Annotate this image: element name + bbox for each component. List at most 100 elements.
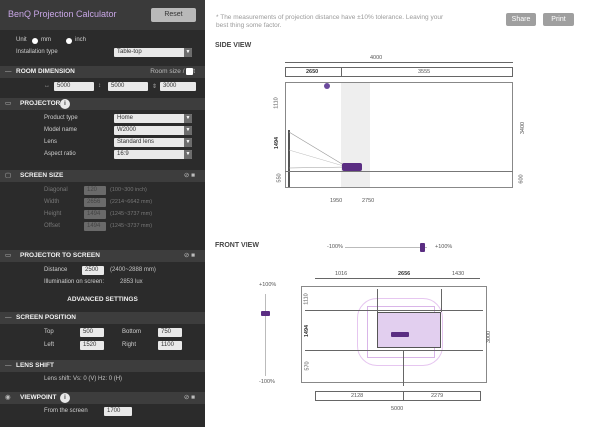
front-view-title: FRONT VIEW: [215, 242, 259, 249]
screen-offset-row: Offset 1494 (1245~3737 mm): [0, 222, 205, 232]
info-icon[interactable]: i: [60, 393, 70, 403]
disclaimer-text: * The measurements of projection distanc…: [216, 14, 444, 29]
reset-button[interactable]: Reset: [151, 8, 196, 22]
projector-to-screen-title: PROJECTOR TO SCREEN: [20, 252, 100, 259]
front-room-height: 3000: [486, 330, 493, 344]
section-screen-size[interactable]: ▢ SCREEN SIZE ⊘ ■: [0, 170, 205, 182]
front-top-line: [305, 310, 483, 311]
offset-input[interactable]: 1494: [84, 222, 106, 231]
width-range: (2214~6642 mm): [110, 199, 153, 205]
side-bottom-a: 1950: [330, 198, 343, 204]
section-lens-shift[interactable]: — LENS SHIFT: [0, 360, 205, 372]
aspect-value: 16:9: [117, 151, 129, 157]
section-screen-position[interactable]: — SCREEN POSITION: [0, 312, 205, 324]
illumination-label: Illumination on screen:: [44, 279, 105, 285]
room-depth-dimension: 4000: [370, 55, 383, 61]
left-input[interactable]: 1520: [80, 341, 104, 350]
chevron-down-icon: ▼: [184, 48, 192, 57]
section-projector-to-screen[interactable]: ▭ PROJECTOR TO SCREEN ⊘ ■: [0, 250, 205, 262]
eye-icon: ◉: [5, 394, 11, 401]
product-type-select[interactable]: Home ▼: [114, 114, 192, 123]
side-right-top-dimension: 3400: [520, 121, 527, 135]
screen-icon: ▢: [5, 172, 12, 179]
screen-position-row-2: Left 1520 Right 1100: [0, 341, 205, 351]
lock-icon[interactable]: ⊘ ■: [184, 250, 195, 262]
print-button[interactable]: Print: [543, 13, 574, 26]
room-lift-checkbox[interactable]: [186, 68, 193, 75]
projector-title: PROJECTOR: [20, 100, 61, 107]
front-bottom-line: [305, 350, 483, 351]
v-shift-slider-track[interactable]: [265, 294, 266, 376]
front-right-dimension: 1430: [452, 271, 465, 277]
minus-icon: —: [5, 314, 12, 321]
h-shift-slider-track[interactable]: [345, 247, 427, 248]
diagonal-label: Diagonal: [44, 187, 68, 193]
front-right-guide: [441, 289, 442, 312]
right-input[interactable]: 1100: [158, 341, 182, 350]
viewer-marker[interactable]: [324, 83, 330, 89]
front-screen: [377, 312, 441, 348]
distance-range: (2400~2888 mm): [110, 267, 156, 273]
v-shift-max: +100%: [259, 282, 277, 288]
height-label: Height: [44, 211, 62, 217]
front-projector-marker[interactable]: [391, 332, 409, 337]
model-value: W2000: [117, 127, 137, 133]
front-room-width: 5000: [391, 406, 404, 412]
section-room-dimension[interactable]: — ROOM DIMENSION Room size / Lift: [0, 66, 205, 78]
main-panel: * The measurements of projection distanc…: [205, 0, 613, 427]
screen-position-title: SCREEN POSITION: [16, 314, 76, 321]
side-view-title: SIDE VIEW: [215, 42, 252, 49]
bottom-input[interactable]: 750: [158, 328, 182, 337]
side-bottom-b: 2750: [362, 198, 375, 204]
lens-value: Standard lens: [117, 139, 155, 145]
aspect-select[interactable]: 16:9 ▼: [114, 150, 192, 159]
diagonal-input[interactable]: 120: [84, 186, 106, 195]
unit-inch-radio[interactable]: [66, 38, 72, 44]
diagonal-range: (100~300 inch): [110, 187, 147, 193]
distance-label: Distance: [44, 267, 68, 273]
room-height-input[interactable]: 3000: [160, 82, 196, 91]
share-button[interactable]: Share: [506, 13, 536, 26]
distance-input[interactable]: 2500: [82, 266, 104, 275]
section-viewpoint[interactable]: ◉ VIEWPOINT i ⊘ ■: [0, 392, 205, 404]
height-range: (1245~3737 mm): [110, 211, 153, 217]
screen-width-row: Width 2656 (2214~6642 mm): [0, 198, 205, 208]
height-input[interactable]: 1494: [84, 210, 106, 219]
lens-label: Lens: [44, 139, 58, 145]
front-screen-height: 1494: [304, 324, 311, 338]
width-input[interactable]: 2656: [84, 198, 106, 207]
unit-mm-label: mm: [41, 37, 51, 43]
section-projector[interactable]: ▭ PROJECTOR i: [0, 98, 205, 110]
room-width-input[interactable]: 5000: [54, 82, 94, 91]
info-icon[interactable]: i: [60, 99, 70, 109]
lens-select[interactable]: Standard lens ▼: [114, 138, 192, 147]
right-label: Right: [122, 342, 137, 348]
chevron-down-icon: ▼: [184, 126, 192, 135]
lock-icon[interactable]: ⊘ ■: [184, 392, 195, 404]
top-label: Top: [44, 329, 54, 335]
installation-select[interactable]: Table-top ▼: [114, 48, 192, 57]
model-select[interactable]: W2000 ▼: [114, 126, 192, 135]
h-shift-min: -100%: [327, 244, 343, 250]
depth-icon: ↕: [98, 83, 101, 89]
h-shift-slider-handle[interactable]: [420, 243, 425, 252]
installation-value: Table-top: [117, 49, 142, 55]
front-bottom-dimension: 570: [304, 361, 311, 371]
aspect-row: Aspect ratio 16:9 ▼: [0, 150, 205, 160]
lock-icon[interactable]: ⊘ ■: [184, 170, 195, 182]
side-top-dimension: 1110: [273, 97, 280, 109]
chevron-down-icon: ▼: [184, 150, 192, 159]
viewpoint-input[interactable]: 1700: [104, 407, 132, 416]
chevron-down-icon: ▼: [184, 138, 192, 147]
room-depth-input[interactable]: 5000: [108, 82, 148, 91]
v-shift-min: -100%: [259, 379, 275, 385]
top-input[interactable]: 500: [80, 328, 104, 337]
v-shift-slider-handle[interactable]: [261, 311, 270, 316]
front-screen-width: 2656: [398, 271, 411, 277]
viewpoint-row: From the screen 1700: [0, 407, 205, 417]
projector-marker[interactable]: [342, 163, 362, 171]
unit-mm-radio[interactable]: [32, 38, 38, 44]
lens-shift-text: Lens shift: Vs: 0 (V) Hz: 0 (H): [44, 376, 123, 382]
sidebar: BenQ Projection Calculator Reset Unit mm…: [0, 0, 205, 427]
advanced-settings-toggle[interactable]: ADVANCED SETTINGS: [0, 294, 205, 306]
